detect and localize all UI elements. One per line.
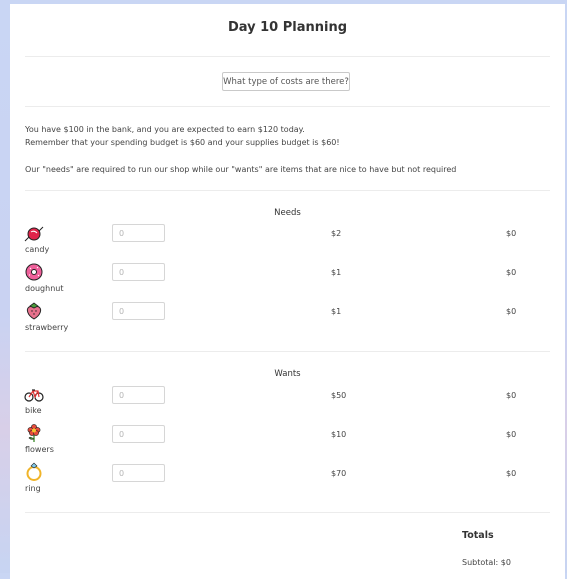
wants-heading: Wants [274,369,301,379]
ring-icon [26,462,42,481]
item-price: $1 [331,268,342,277]
planning-panel: Day 10 Planning What type of costs are t… [10,4,565,579]
intro-line-1: You have $100 in the bank, and you are e… [25,125,305,134]
candy-quantity-input[interactable] [112,224,165,242]
bike-icon [24,389,44,402]
divider [25,190,550,191]
item-price: $2 [331,229,342,238]
totals-heading: Totals [462,530,494,541]
item-label: candy [25,245,50,254]
intro-line-3: Our "needs" are required to run our shop… [25,165,457,174]
item-label: ring [25,484,41,493]
flower-icon [27,424,41,442]
subtotal: Subtotal: $0 [462,558,511,567]
subtotal-label: Subtotal: [462,558,499,567]
flowers-quantity-input[interactable] [112,425,165,443]
item-label: doughnut [25,284,64,293]
item-price: $50 [331,391,347,400]
item-total: $0 [506,391,517,400]
needs-heading: Needs [274,208,301,218]
intro-line-2: Remember that your spending budget is $6… [25,138,340,147]
divider [25,56,550,57]
divider [25,512,550,513]
strawberry-icon [26,302,42,320]
page-title: Day 10 Planning [227,20,348,35]
ring-quantity-input[interactable] [112,464,165,482]
doughnut-icon [25,263,43,281]
item-price: $10 [331,430,347,439]
doughnut-quantity-input[interactable] [112,263,165,281]
item-price: $1 [331,307,342,316]
divider [25,351,550,352]
cost-types-button[interactable]: What type of costs are there? [222,72,350,91]
item-total: $0 [506,430,517,439]
strawberry-quantity-input[interactable] [112,302,165,320]
item-total: $0 [506,229,517,238]
item-total: $0 [506,268,517,277]
item-label: strawberry [25,323,69,332]
divider [25,106,550,107]
subtotal-value: $0 [500,558,511,567]
item-label: bike [25,406,42,415]
bike-quantity-input[interactable] [112,386,165,404]
item-label: flowers [25,445,54,454]
item-total: $0 [506,307,517,316]
item-price: $70 [331,469,347,478]
item-total: $0 [506,469,517,478]
candy-icon [24,226,44,242]
